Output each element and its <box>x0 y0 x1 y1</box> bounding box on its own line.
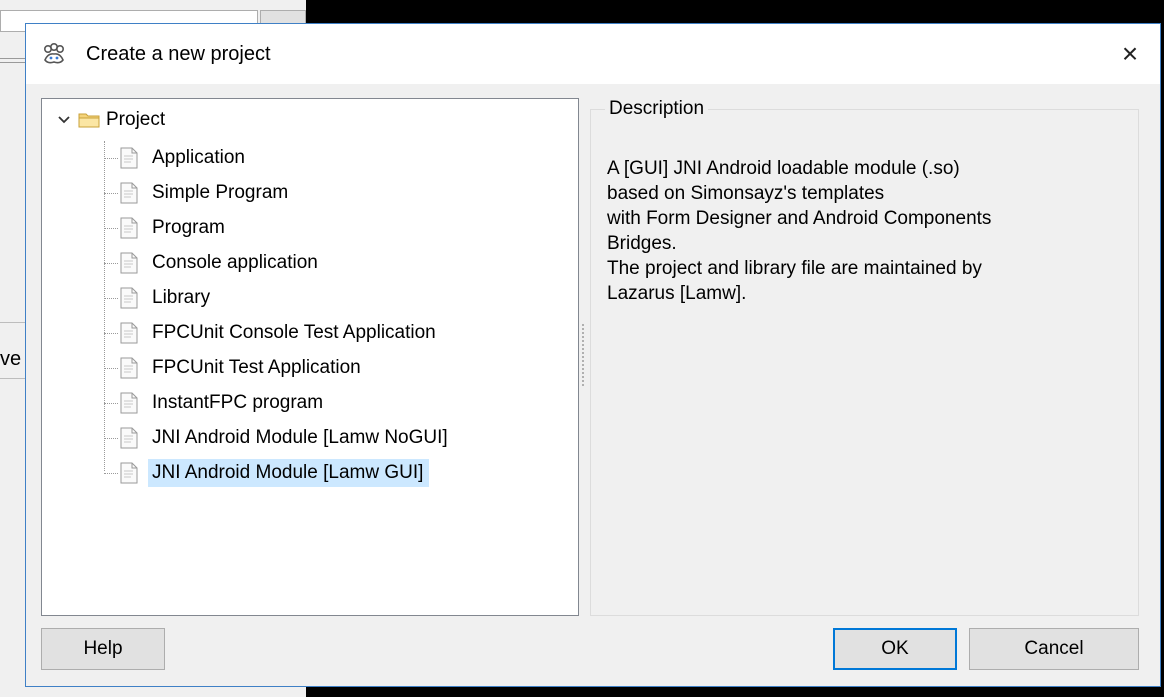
tree-item[interactable]: Console application <box>104 249 324 277</box>
description-line: with Form Designer and Android Component… <box>607 208 992 229</box>
close-icon: × <box>1121 38 1139 69</box>
description-line: Bridges. <box>607 233 677 254</box>
tree-item-label: JNI Android Module [Lamw GUI] <box>148 459 430 487</box>
description-line: Lazarus [Lamw]. <box>607 283 747 304</box>
tree-item-label: JNI Android Module [Lamw NoGUI] <box>152 427 448 448</box>
document-icon <box>120 287 138 309</box>
tree-branch-line <box>104 192 118 194</box>
tree-branch-line <box>104 157 118 159</box>
tree-item[interactable]: Simple Program <box>104 179 294 207</box>
description-line: based on Simonsayz's templates <box>607 183 885 204</box>
project-tree[interactable]: Project Application Simple Program Program… <box>41 98 579 616</box>
tree-item-label: Console application <box>152 252 318 273</box>
tree-branch-line <box>104 472 118 474</box>
description-line: The project and library file are maintai… <box>607 258 982 279</box>
tree-item[interactable]: Library <box>104 284 216 312</box>
description-text: A [GUI] JNI Android loadable module (.so… <box>607 156 991 306</box>
tree-branch-line <box>104 227 118 229</box>
tree-branch-line <box>104 367 118 369</box>
tree-item[interactable]: Program <box>104 214 231 242</box>
tree-item-label: Application <box>152 147 245 168</box>
close-button[interactable]: × <box>1100 24 1160 84</box>
description-legend: Description <box>605 98 709 120</box>
cancel-button[interactable]: Cancel <box>969 628 1139 670</box>
document-icon <box>120 217 138 239</box>
tree-item[interactable]: InstantFPC program <box>104 389 329 417</box>
splitter-grip[interactable] <box>582 324 586 386</box>
tree-branch-line <box>104 262 118 264</box>
document-icon <box>120 462 138 484</box>
tree-branch-line <box>104 402 118 404</box>
folder-icon <box>78 113 100 128</box>
ok-button[interactable]: OK <box>833 628 957 670</box>
tree-root-label: Project <box>106 109 166 130</box>
tree-item-label: Program <box>152 217 225 238</box>
background-text: ve <box>0 348 22 370</box>
lazarus-paw-icon <box>43 43 65 64</box>
description-group: Description A [GUI] JNI Android loadable… <box>590 98 1139 616</box>
chevron-down-icon[interactable] <box>56 112 72 128</box>
tree-item[interactable]: JNI Android Module [Lamw GUI] <box>104 459 430 487</box>
description-line: A [GUI] JNI Android loadable module (.so… <box>607 158 960 179</box>
tree-item-label: InstantFPC program <box>152 392 324 413</box>
document-icon <box>120 147 138 169</box>
title-bar[interactable]: Create a new project × <box>26 24 1160 84</box>
document-icon <box>120 322 138 344</box>
new-project-dialog: Create a new project × Project Applicati… <box>25 23 1161 687</box>
tree-item[interactable]: FPCUnit Console Test Application <box>104 319 442 347</box>
tree-item-label: Library <box>152 287 211 308</box>
tree-branch-line <box>104 297 118 299</box>
document-icon <box>120 357 138 379</box>
dialog-title: Create a new project <box>86 43 271 65</box>
tree-item[interactable]: Application <box>104 144 251 172</box>
tree-branch-line <box>104 437 118 439</box>
tree-branch-line <box>104 332 118 334</box>
help-button[interactable]: Help <box>41 628 165 670</box>
document-icon <box>120 392 138 414</box>
document-icon <box>120 252 138 274</box>
document-icon <box>120 427 138 449</box>
tree-item-label: FPCUnit Test Application <box>152 357 361 378</box>
document-icon <box>120 182 138 204</box>
tree-item[interactable]: JNI Android Module [Lamw NoGUI] <box>104 424 454 452</box>
tree-item[interactable]: FPCUnit Test Application <box>104 354 367 382</box>
tree-item-label: FPCUnit Console Test Application <box>152 322 436 343</box>
tree-item-label: Simple Program <box>152 182 289 203</box>
tree-root-project[interactable]: Project <box>56 108 165 132</box>
